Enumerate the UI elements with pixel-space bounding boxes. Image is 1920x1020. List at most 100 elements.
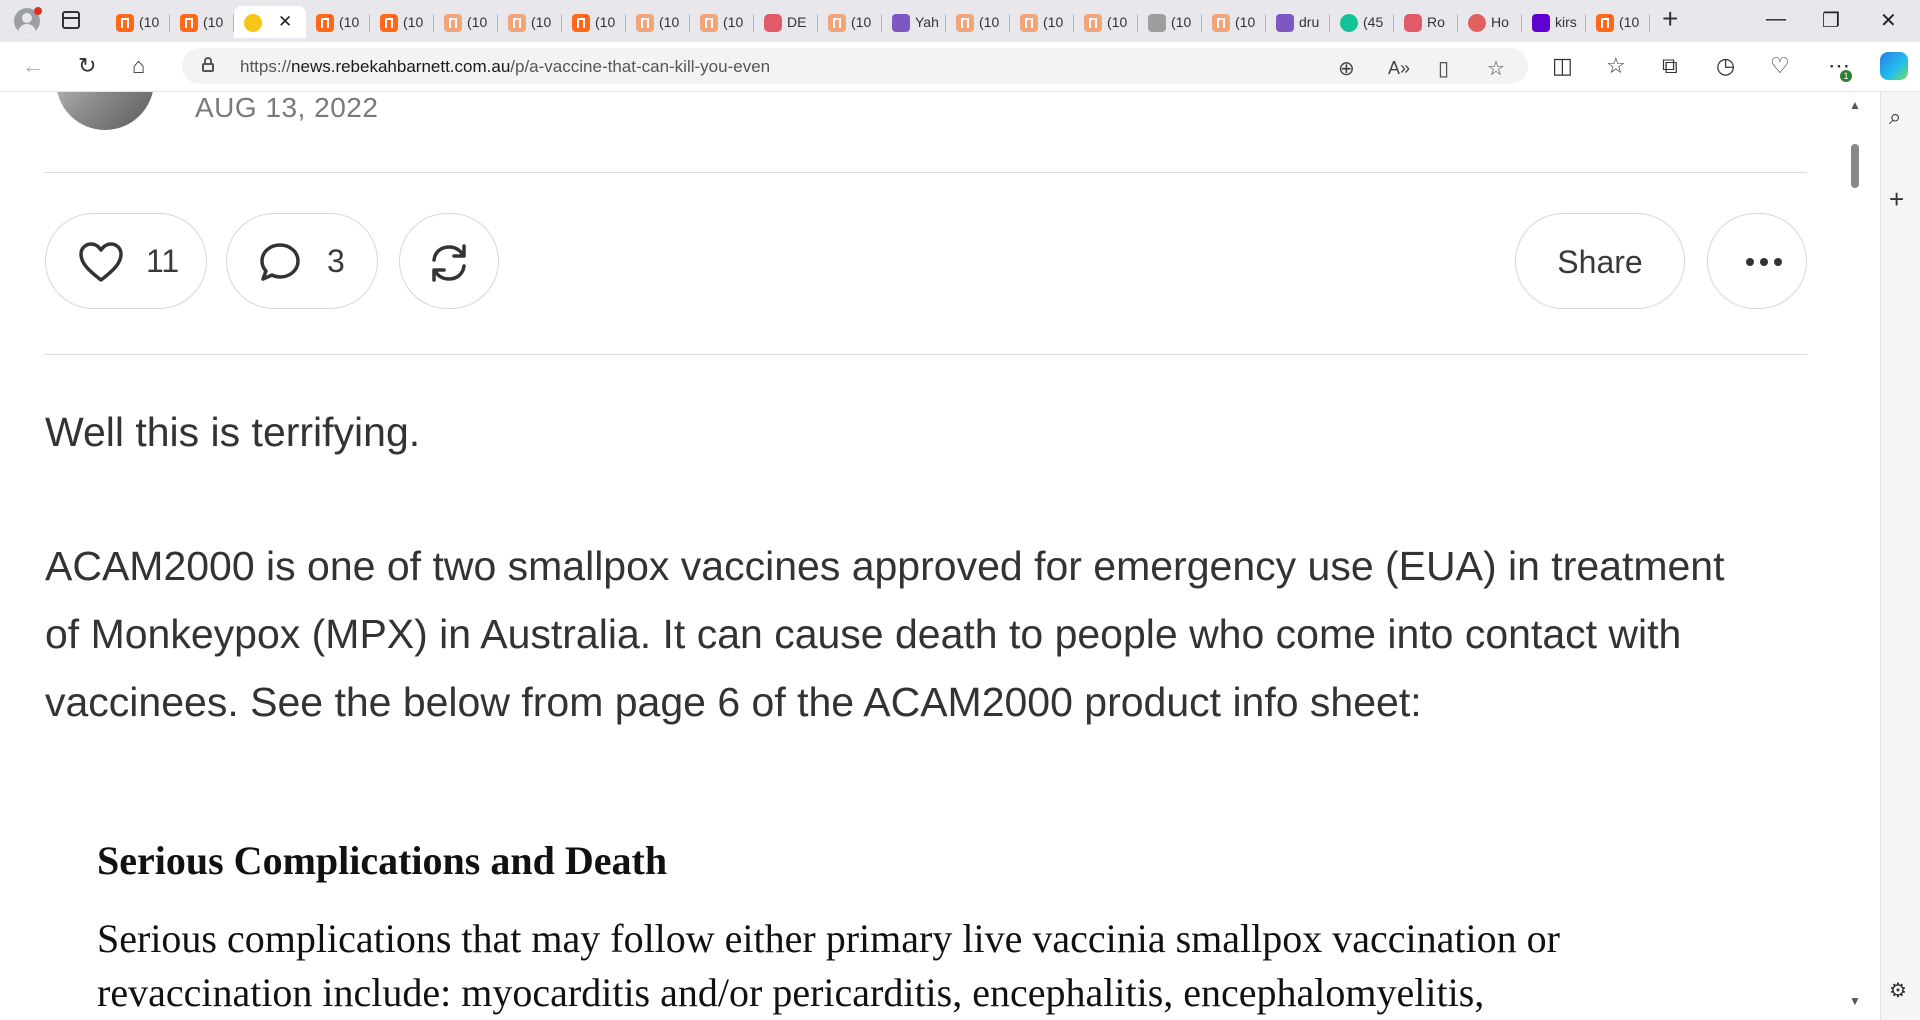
- close-tab-icon[interactable]: ✕: [278, 12, 292, 32]
- browser-essentials-icon[interactable]: ♡: [1770, 54, 1790, 78]
- tab-title: (45: [1363, 14, 1384, 30]
- photo-icon: [1148, 14, 1166, 32]
- substack-icon: [636, 14, 654, 32]
- browser-tab[interactable]: (10: [170, 6, 234, 38]
- tab-title: (10: [851, 14, 872, 30]
- history-icon[interactable]: ◷: [1716, 54, 1735, 78]
- tab-list: (10 (10 ✕ (10 (10 (10 (10 (10 (10 (10 DE (10 Yah (10 (…: [106, 6, 1650, 38]
- substack-icon: [508, 14, 526, 32]
- browser-tab[interactable]: Ho: [1458, 6, 1522, 38]
- substack-icon: [180, 14, 198, 32]
- tab-actions-icon[interactable]: [62, 11, 80, 29]
- address-bar[interactable]: https://news.rebekahbarnett.com.au/p/a-v…: [182, 48, 1528, 84]
- tab-title: (10: [595, 14, 616, 30]
- browser-tab[interactable]: dru: [1266, 6, 1330, 38]
- substack-icon: [956, 14, 974, 32]
- browser-tab[interactable]: Ro: [1394, 6, 1458, 38]
- browser-tab[interactable]: (10: [498, 6, 562, 38]
- comment-icon: [260, 243, 300, 281]
- profile-red-icon: [1468, 14, 1486, 32]
- new-tab-button[interactable]: +: [1662, 5, 1678, 33]
- browser-tab[interactable]: (10: [370, 6, 434, 38]
- comment-button[interactable]: 3: [226, 213, 378, 309]
- lock-icon[interactable]: [202, 57, 214, 72]
- add-sidebar-app-icon[interactable]: +: [1889, 184, 1904, 215]
- tab-title: (10: [403, 14, 424, 30]
- browser-tab[interactable]: (10: [306, 6, 370, 38]
- excerpt-heading: Serious Complications and Death: [97, 838, 668, 883]
- browser-tab[interactable]: (10: [1074, 6, 1138, 38]
- minimize-icon[interactable]: —: [1766, 8, 1786, 31]
- split-screen-icon[interactable]: ◫: [1552, 54, 1573, 78]
- substack-icon: [572, 14, 590, 32]
- extension-badge: 1: [1840, 70, 1852, 82]
- browser-tab[interactable]: (10: [106, 6, 170, 38]
- substack-icon: [1020, 14, 1038, 32]
- settings-gear-icon[interactable]: ⚙: [1889, 978, 1907, 1003]
- browser-tab[interactable]: kirs: [1522, 6, 1586, 38]
- refresh-icon[interactable]: ↻: [78, 54, 96, 78]
- youtube-icon: [1404, 14, 1422, 32]
- youtube-icon: [764, 14, 782, 32]
- excerpt-line: revaccination include: myocarditis and/o…: [97, 970, 1485, 1015]
- page-scrollbar[interactable]: ▲ ▼: [1846, 92, 1864, 1020]
- copilot-icon[interactable]: [1880, 52, 1908, 80]
- tab-title: kirs: [1555, 14, 1577, 30]
- tab-title: (10: [979, 14, 1000, 30]
- tab-title: (10: [467, 14, 488, 30]
- browser-tab[interactable]: ✕: [234, 6, 306, 38]
- browser-tab[interactable]: (10: [1138, 6, 1202, 38]
- excerpt-body: Serious complications that may follow ei…: [97, 912, 1797, 1020]
- collections-icon[interactable]: ⧉: [1662, 54, 1678, 78]
- excerpt-line: Serious complications that may follow ei…: [97, 916, 1560, 961]
- immersive-reader-icon[interactable]: ▯: [1438, 56, 1449, 81]
- read-aloud-icon[interactable]: A»: [1388, 58, 1410, 79]
- scroll-down-icon[interactable]: ▼: [1849, 994, 1861, 1008]
- more-options-button[interactable]: [1707, 213, 1807, 309]
- browser-tab[interactable]: (45: [1330, 6, 1394, 38]
- tab-title: dru: [1299, 14, 1320, 30]
- search-icon[interactable]: ⌕: [1889, 104, 1901, 130]
- favorite-star-icon[interactable]: ☆: [1487, 56, 1505, 81]
- browser-tab[interactable]: (10: [1010, 6, 1074, 38]
- like-button[interactable]: 11: [45, 213, 207, 309]
- browser-tab[interactable]: (10: [818, 6, 882, 38]
- share-button[interactable]: Share: [1515, 213, 1685, 309]
- substack-icon: [444, 14, 462, 32]
- url-text[interactable]: https://news.rebekahbarnett.com.au/p/a-v…: [240, 57, 770, 77]
- browser-tab[interactable]: (10: [626, 6, 690, 38]
- paragraph-line: vaccinees. See the below from page 6 of …: [45, 679, 1422, 725]
- browser-tab[interactable]: (10: [946, 6, 1010, 38]
- restack-button[interactable]: [399, 213, 499, 309]
- home-icon[interactable]: ⌂: [132, 54, 145, 78]
- substack-icon: [316, 14, 334, 32]
- restore-icon[interactable]: ❐: [1822, 8, 1840, 33]
- yahoo-icon: [1532, 14, 1550, 32]
- substack-icon: [1596, 14, 1614, 32]
- scroll-thumb[interactable]: [1851, 144, 1859, 188]
- tab-title: (10: [531, 14, 552, 30]
- restack-icon: [432, 244, 466, 282]
- back-icon[interactable]: ←: [22, 54, 44, 78]
- zoom-icon[interactable]: ⊕: [1338, 56, 1355, 81]
- close-window-icon[interactable]: ✕: [1880, 8, 1897, 33]
- post-date: AUG 13, 2022: [195, 92, 379, 123]
- browser-tab[interactable]: (10: [1202, 6, 1266, 38]
- more-dots-icon: [1746, 258, 1754, 266]
- substack-icon: [1084, 14, 1102, 32]
- browser-tab[interactable]: (10: [434, 6, 498, 38]
- grammarly-icon: [1340, 14, 1358, 32]
- favorites-icon[interactable]: ☆: [1606, 54, 1626, 78]
- share-label: Share: [1557, 244, 1643, 280]
- substack-icon: [1212, 14, 1230, 32]
- browser-tab[interactable]: (10: [1586, 6, 1650, 38]
- substack-icon: [700, 14, 718, 32]
- browser-tab[interactable]: (10: [690, 6, 754, 38]
- browser-tab[interactable]: DE: [754, 6, 818, 38]
- author-avatar[interactable]: [56, 92, 154, 130]
- scroll-up-icon[interactable]: ▲: [1849, 98, 1861, 112]
- browser-tab[interactable]: (10: [562, 6, 626, 38]
- browser-tab[interactable]: Yah: [882, 6, 946, 38]
- comment-count: 3: [327, 243, 345, 279]
- yahoo-icon: [1276, 14, 1294, 32]
